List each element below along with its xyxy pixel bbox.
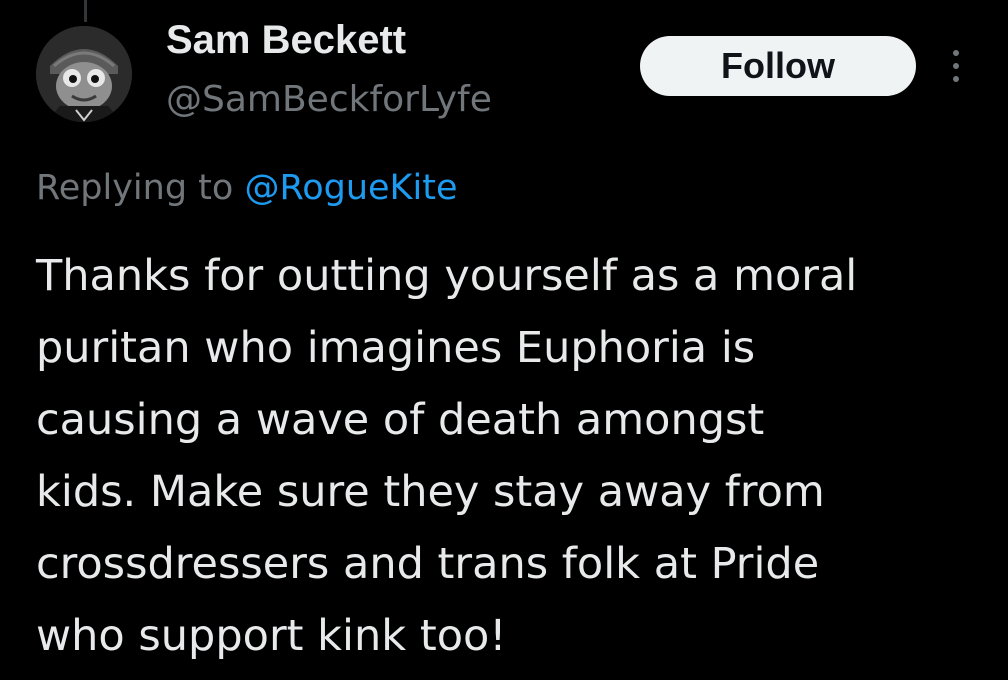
tweet-text-line: who support kink too!: [36, 611, 507, 661]
more-dot: [953, 50, 959, 56]
replying-to-label: Replying to: [36, 168, 234, 208]
tweet-body: Thanks for outting yourself as a moral p…: [36, 240, 996, 672]
tweet-text-line: puritan who imagines Euphoria is: [36, 323, 756, 373]
tweet-card: Sam Beckett @SamBeckforLyfe Follow Reply…: [0, 0, 1008, 680]
tweet-text-line: kids. Make sure they stay away from: [36, 467, 825, 517]
follow-button[interactable]: Follow: [640, 36, 916, 96]
more-dot: [953, 76, 959, 82]
more-vertical-icon[interactable]: [942, 44, 970, 88]
tweet-text-line: causing a wave of death amongst: [36, 395, 765, 445]
thread-connector-line: [84, 0, 87, 22]
author-handle[interactable]: @SamBeckforLyfe: [166, 72, 492, 128]
replying-to-line: Replying to @RogueKite: [36, 160, 458, 216]
tweet-text-line: Thanks for outting yourself as a moral: [36, 251, 858, 301]
more-dot: [953, 63, 959, 69]
author-display-name[interactable]: Sam Beckett: [166, 12, 406, 68]
profile-avatar-icon: [36, 26, 132, 122]
reply-mention-link[interactable]: @RogueKite: [244, 168, 457, 208]
tweet-text-line: crossdressers and trans folk at Pride: [36, 539, 820, 589]
avatar[interactable]: [36, 26, 132, 122]
